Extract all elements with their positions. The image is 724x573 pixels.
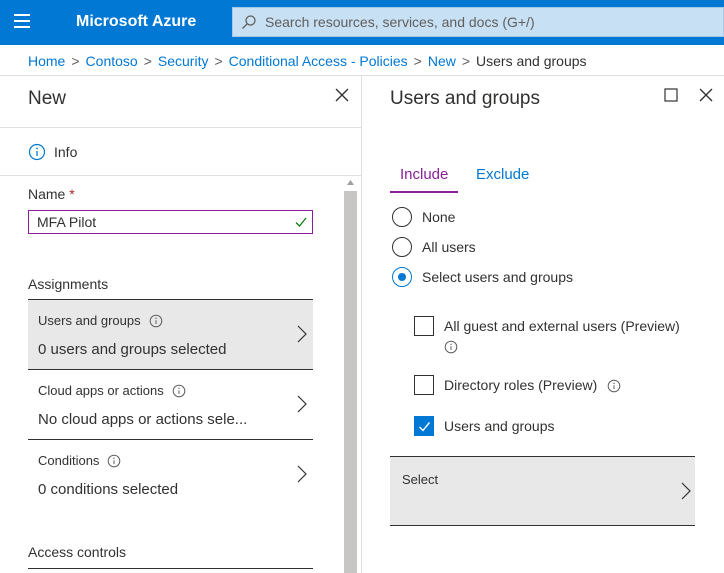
radio-label: All users bbox=[422, 239, 476, 255]
users-and-groups-item[interactable]: Users and groups 0 users and groups sele… bbox=[28, 299, 313, 369]
checkbox-label: Directory roles (Preview) bbox=[444, 375, 621, 395]
chevron-right-icon bbox=[297, 465, 307, 483]
maximize-icon[interactable] bbox=[664, 88, 678, 102]
hamburger-menu-icon[interactable] bbox=[14, 14, 30, 28]
radio-selected-dot bbox=[398, 273, 406, 281]
new-policy-blade: New Info Name * Assignments Users and gr… bbox=[0, 76, 362, 573]
chevron-right-icon bbox=[297, 325, 307, 343]
search-input[interactable] bbox=[265, 8, 705, 36]
item-title-text: Cloud apps or actions bbox=[38, 383, 164, 398]
breadcrumb-ca-policies[interactable]: Conditional Access - Policies bbox=[229, 53, 408, 69]
valid-check-icon bbox=[295, 217, 307, 227]
info-label: Info bbox=[54, 144, 78, 160]
select-label: Select bbox=[402, 472, 439, 487]
item-title: Conditions bbox=[38, 453, 121, 468]
radio-label: Select users and groups bbox=[422, 269, 573, 285]
breadcrumb-separator: > bbox=[214, 53, 223, 69]
radio-button[interactable] bbox=[392, 267, 412, 287]
breadcrumb: Home > Contoso > Security > Conditional Access… bbox=[0, 45, 724, 76]
blade-title: New bbox=[28, 88, 67, 109]
required-marker: * bbox=[69, 186, 75, 202]
tab-include[interactable]: Include bbox=[390, 166, 459, 193]
cloud-apps-item[interactable]: Cloud apps or actions No cloud apps or a… bbox=[28, 369, 313, 439]
checkbox-directory-roles[interactable]: Directory roles (Preview) bbox=[414, 375, 621, 395]
checkbox-guest-external-users[interactable]: All guest and external users (Preview) bbox=[414, 316, 680, 356]
radio-select-users-and-groups[interactable]: Select users and groups bbox=[392, 267, 573, 287]
close-icon[interactable] bbox=[333, 86, 351, 104]
checkbox-label: All guest and external users (Preview) bbox=[444, 316, 680, 356]
breadcrumb-new[interactable]: New bbox=[428, 53, 456, 69]
access-controls-heading: Access controls bbox=[28, 544, 127, 560]
policy-name-field[interactable] bbox=[28, 210, 313, 234]
info-icon[interactable] bbox=[607, 379, 621, 393]
checkmark-icon bbox=[419, 422, 431, 432]
breadcrumb-current: Users and groups bbox=[476, 53, 587, 69]
item-title-text: Conditions bbox=[38, 453, 100, 468]
item-title: Cloud apps or actions bbox=[38, 383, 186, 398]
item-subtitle: 0 users and groups selected bbox=[38, 341, 227, 358]
chevron-right-icon bbox=[681, 482, 691, 500]
blade-title: Users and groups bbox=[390, 88, 540, 109]
assignments-heading: Assignments bbox=[28, 276, 109, 292]
name-label: Name * bbox=[28, 186, 75, 202]
radio-all-users[interactable]: All users bbox=[392, 237, 476, 257]
info-link[interactable]: Info bbox=[28, 143, 77, 161]
checkbox[interactable] bbox=[414, 375, 434, 395]
chevron-right-icon bbox=[297, 395, 307, 413]
tab-exclude[interactable]: Exclude bbox=[466, 166, 539, 191]
search-icon bbox=[242, 15, 256, 29]
divider bbox=[0, 127, 362, 128]
global-search[interactable] bbox=[232, 7, 724, 37]
scroll-up-arrow-icon[interactable] bbox=[346, 178, 355, 187]
checkbox[interactable] bbox=[414, 416, 434, 436]
item-title-text: Users and groups bbox=[38, 313, 141, 328]
breadcrumb-home[interactable]: Home bbox=[28, 53, 65, 69]
divider bbox=[28, 568, 313, 569]
radio-button[interactable] bbox=[392, 207, 412, 227]
item-subtitle: 0 conditions selected bbox=[38, 481, 179, 498]
radio-none[interactable]: None bbox=[392, 207, 455, 227]
breadcrumb-contoso[interactable]: Contoso bbox=[86, 53, 138, 69]
checkbox-users-and-groups[interactable]: Users and groups bbox=[414, 416, 555, 436]
breadcrumb-separator: > bbox=[413, 53, 422, 69]
top-bar: Microsoft Azure bbox=[0, 0, 724, 45]
info-icon[interactable] bbox=[444, 340, 458, 354]
radio-label: None bbox=[422, 209, 456, 225]
checkbox-label-text: Directory roles (Preview) bbox=[444, 377, 598, 393]
breadcrumb-separator: > bbox=[461, 53, 471, 69]
scrollbar[interactable] bbox=[343, 176, 358, 573]
breadcrumb-separator: > bbox=[71, 53, 80, 69]
breadcrumb-separator: > bbox=[143, 53, 152, 69]
close-icon[interactable] bbox=[697, 86, 715, 104]
name-label-text: Name bbox=[28, 186, 66, 202]
divider bbox=[0, 175, 362, 176]
item-title: Users and groups bbox=[38, 313, 163, 328]
checkbox-label-text: All guest and external users (Preview) bbox=[444, 318, 680, 334]
info-icon[interactable] bbox=[107, 454, 121, 468]
conditions-item[interactable]: Conditions 0 conditions selected bbox=[28, 439, 313, 509]
radio-button[interactable] bbox=[392, 237, 412, 257]
users-and-groups-blade: Users and groups Include Exclude None Al… bbox=[362, 76, 724, 573]
info-icon[interactable] bbox=[149, 314, 163, 328]
breadcrumb-security[interactable]: Security bbox=[158, 53, 209, 69]
info-icon bbox=[28, 143, 46, 161]
info-icon[interactable] bbox=[172, 384, 186, 398]
checkbox[interactable] bbox=[414, 316, 434, 336]
brand-title[interactable]: Microsoft Azure bbox=[76, 13, 196, 31]
item-subtitle: No cloud apps or actions sele... bbox=[38, 411, 248, 428]
checkbox-label: Users and groups bbox=[444, 418, 555, 434]
scrollbar-thumb[interactable] bbox=[344, 191, 357, 573]
select-users-button[interactable]: Select bbox=[390, 456, 695, 526]
